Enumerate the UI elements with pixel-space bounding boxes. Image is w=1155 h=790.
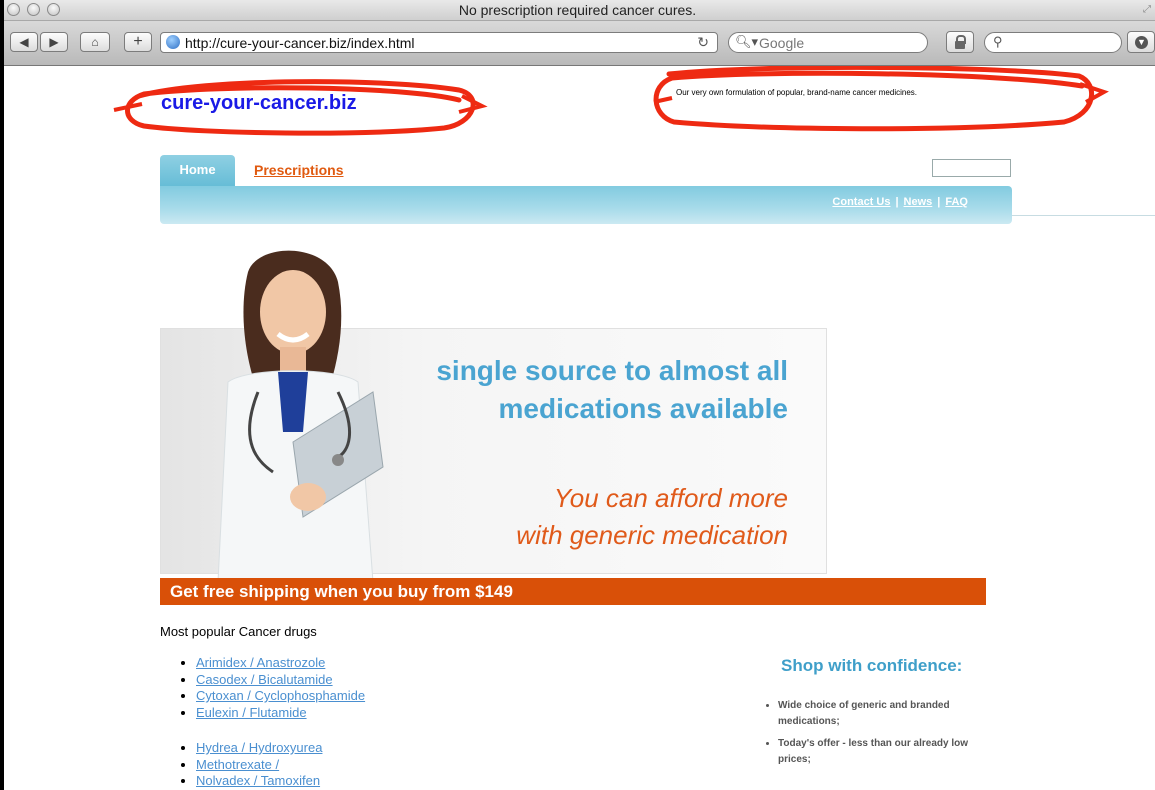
divider bbox=[1012, 215, 1155, 216]
left-border bbox=[0, 0, 4, 790]
drugs-heading: Most popular Cancer drugs bbox=[160, 624, 317, 639]
banner-headline: single source to almost all medications … bbox=[364, 352, 788, 428]
tab-home[interactable]: Home bbox=[160, 155, 235, 187]
browser-toolbar: ◀ ▶ ⌂ + http://cure-your-cancer.biz/inde… bbox=[0, 21, 1155, 66]
shop-title: Shop with confidence: bbox=[781, 656, 963, 675]
add-bookmark-button[interactable]: + bbox=[124, 32, 152, 52]
tab-prescriptions[interactable]: Prescriptions bbox=[254, 162, 343, 178]
downloads-button[interactable]: ▼ bbox=[1127, 31, 1155, 53]
drug-link[interactable]: Nolvadex / Tamoxifen bbox=[196, 773, 320, 788]
home-icon: ⌂ bbox=[91, 35, 99, 49]
drug-link[interactable]: Casodex / Bicalutamide bbox=[196, 672, 333, 687]
globe-icon bbox=[166, 35, 180, 49]
reload-icon[interactable]: ↻ bbox=[697, 34, 709, 51]
site-logo[interactable]: cure-your-cancer.biz bbox=[161, 92, 357, 115]
forward-arrow-icon: ▶ bbox=[49, 35, 59, 49]
list-item: Eulexin / Flutamide bbox=[196, 705, 365, 722]
drug-list-1: Arimidex / Anastrozole Casodex / Bicalut… bbox=[180, 655, 365, 721]
window-title: No prescription required cancer cures. bbox=[458, 2, 697, 18]
web-page: cure-your-cancer.biz Our very own formul… bbox=[4, 66, 1155, 790]
list-item: Nolvadex / Tamoxifen bbox=[196, 773, 322, 790]
list-item: Today's offer - less than our already lo… bbox=[778, 736, 988, 768]
search-placeholder: Google bbox=[759, 35, 805, 51]
nav-separator: | bbox=[895, 196, 899, 208]
back-button[interactable]: ◀ bbox=[10, 32, 38, 52]
nav-bar: Contact Us | News | FAQ bbox=[160, 186, 1012, 224]
site-search-input[interactable] bbox=[932, 159, 1011, 177]
list-item: Cytoxan / Cyclophosphamide bbox=[196, 688, 365, 705]
page-search-field[interactable]: ⚲ bbox=[984, 32, 1122, 53]
banner-headline-line1: single source to almost all bbox=[436, 355, 788, 386]
address-bar[interactable]: http://cure-your-cancer.biz/index.html ↻ bbox=[160, 32, 718, 53]
banner-subheadline: You can afford more with generic medicat… bbox=[364, 480, 788, 554]
nav-links: Contact Us | News | FAQ bbox=[832, 196, 968, 208]
shop-list: Wide choice of generic and branded medic… bbox=[764, 698, 988, 774]
news-link[interactable]: News bbox=[904, 196, 933, 208]
drug-list-2: Hydrea / Hydroxyurea Methotrexate / Nolv… bbox=[180, 740, 322, 790]
banner-sub-line1: You can afford more bbox=[553, 483, 788, 513]
banner-headline-line2: medications available bbox=[498, 393, 788, 424]
list-item: Casodex / Bicalutamide bbox=[196, 672, 365, 689]
download-icon: ▼ bbox=[1135, 36, 1148, 49]
free-shipping-bar: Get free shipping when you buy from $149 bbox=[160, 578, 986, 605]
home-button[interactable]: ⌂ bbox=[80, 32, 110, 52]
list-item: Wide choice of generic and branded medic… bbox=[778, 698, 988, 730]
url-text[interactable]: http://cure-your-cancer.biz/index.html bbox=[185, 35, 415, 51]
list-item: Hydrea / Hydroxyurea bbox=[196, 740, 322, 757]
drug-link[interactable]: Methotrexate / bbox=[196, 757, 279, 772]
title-bar: No prescription required cancer cures. ⤢ bbox=[0, 0, 1155, 21]
drug-link[interactable]: Hydrea / Hydroxyurea bbox=[196, 740, 322, 755]
forward-button[interactable]: ▶ bbox=[40, 32, 68, 52]
search-icon: 🔍︎▾ bbox=[735, 34, 759, 49]
lock-body bbox=[955, 41, 965, 49]
magnifier-icon: ⚲ bbox=[993, 34, 1003, 49]
drug-link[interactable]: Arimidex / Anastrozole bbox=[196, 655, 325, 670]
browser-window: No prescription required cancer cures. ⤢… bbox=[0, 0, 1155, 790]
plus-icon: + bbox=[133, 33, 143, 50]
nav-separator: | bbox=[937, 196, 941, 208]
drug-link[interactable]: Cytoxan / Cyclophosphamide bbox=[196, 688, 365, 703]
list-item: Arimidex / Anastrozole bbox=[196, 655, 365, 672]
list-item: Methotrexate / bbox=[196, 757, 322, 774]
search-field[interactable]: 🔍︎▾ Google bbox=[728, 32, 928, 53]
banner-sub-line2: with generic medication bbox=[516, 520, 788, 550]
lock-button[interactable] bbox=[946, 31, 974, 53]
contact-us-link[interactable]: Contact Us bbox=[832, 196, 890, 208]
back-arrow-icon: ◀ bbox=[19, 35, 29, 49]
fullscreen-icon[interactable]: ⤢ bbox=[1143, 4, 1151, 15]
drug-link[interactable]: Eulexin / Flutamide bbox=[196, 705, 307, 720]
faq-link[interactable]: FAQ bbox=[945, 196, 968, 208]
site-tagline: Our very own formulation of popular, bra… bbox=[676, 88, 918, 97]
